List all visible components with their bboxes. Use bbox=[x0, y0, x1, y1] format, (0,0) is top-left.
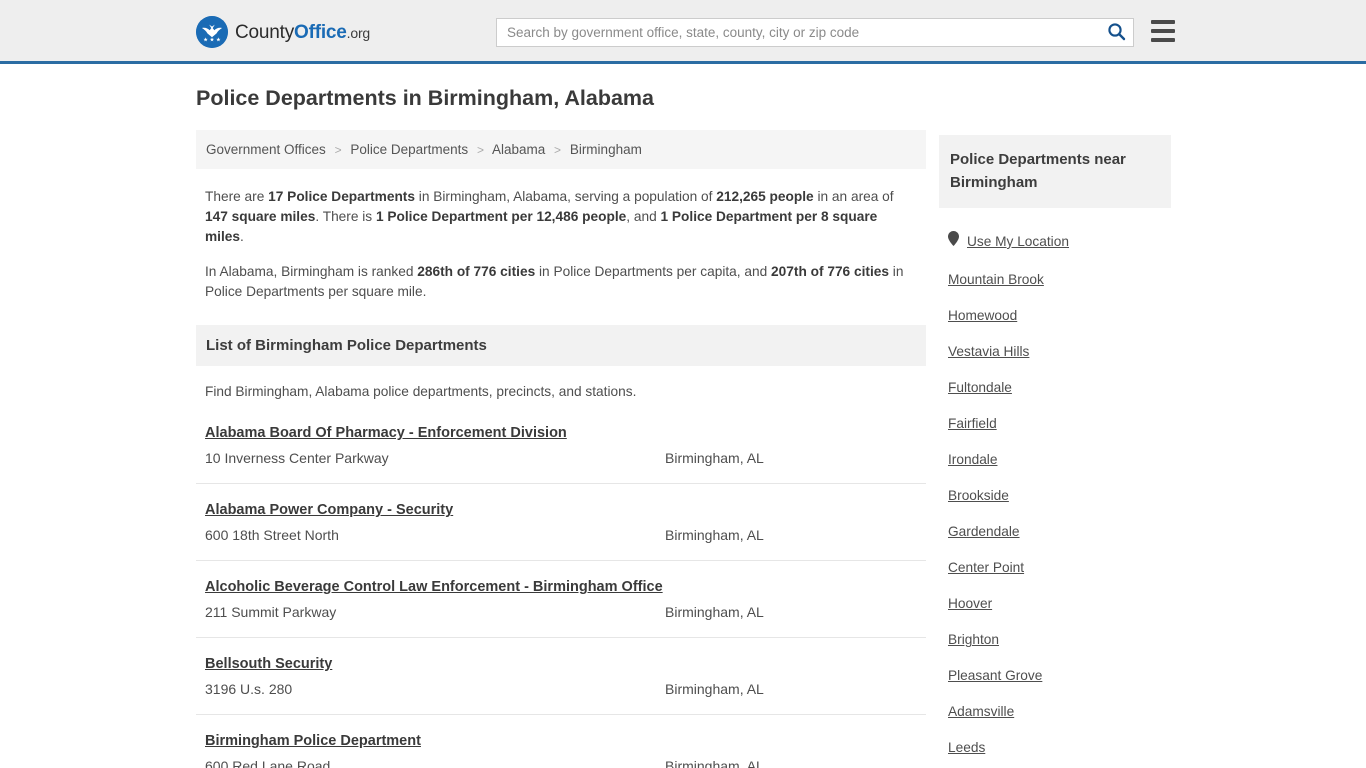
page-title: Police Departments in Birmingham, Alabam… bbox=[196, 86, 654, 110]
department-city: Birmingham, AL bbox=[665, 681, 764, 698]
hamburger-bar bbox=[1151, 29, 1175, 33]
department-address: 211 Summit Parkway bbox=[205, 604, 337, 621]
sidebar: Police Departments near Birmingham Use M… bbox=[939, 123, 1171, 768]
sidebar-item-gardendale[interactable]: Gardendale bbox=[948, 524, 1020, 539]
site-logo-wordmark: CountyOffice.org bbox=[235, 23, 370, 42]
intro-text: , and bbox=[626, 209, 661, 225]
intro-paragraph-ranking: In Alabama, Birmingham is ranked 286th o… bbox=[205, 262, 919, 302]
main-content-column: Police Departments in Birmingham, Alabam… bbox=[196, 86, 926, 768]
map-pin-icon bbox=[948, 231, 959, 251]
logo-text-org: .org bbox=[346, 24, 371, 41]
intro-text: There are bbox=[205, 189, 269, 205]
use-my-location-label: Use My Location bbox=[967, 233, 1069, 249]
breadcrumb-separator: > bbox=[334, 142, 342, 157]
stat-department-count: 17 Police Departments bbox=[268, 189, 415, 205]
list-item-details: 211 Summit Parkway Birmingham, AL bbox=[196, 601, 926, 623]
stat-area: 147 square miles bbox=[205, 209, 316, 225]
hamburger-menu-icon[interactable] bbox=[1151, 20, 1175, 42]
stat-population: 212,265 people bbox=[716, 189, 814, 205]
stat-rank-per-square-mile: 207th of 776 cities bbox=[771, 264, 889, 280]
breadcrumb-item-police-departments[interactable]: Police Departments bbox=[350, 142, 468, 157]
sidebar-heading: Police Departments near Birmingham bbox=[939, 135, 1171, 209]
search-icon bbox=[1107, 22, 1126, 44]
intro-text: in an area of bbox=[813, 189, 894, 205]
intro-text: In Alabama, Birmingham is ranked bbox=[205, 264, 418, 280]
list-item: Alcoholic Beverage Control Law Enforceme… bbox=[196, 575, 926, 639]
intro-text: . There is bbox=[315, 209, 376, 225]
breadcrumb-separator: > bbox=[476, 142, 484, 157]
department-address: 10 Inverness Center Parkway bbox=[205, 450, 389, 467]
site-header: CountyOffice.org bbox=[0, 0, 1366, 64]
list-section-subheading: Find Birmingham, Alabama police departme… bbox=[205, 384, 637, 400]
hamburger-bar bbox=[1151, 38, 1175, 42]
sidebar-item-vestavia-hills[interactable]: Vestavia Hills bbox=[948, 344, 1029, 359]
department-name-link[interactable]: Alabama Board Of Pharmacy - Enforcement … bbox=[205, 421, 675, 445]
search-button[interactable] bbox=[1099, 19, 1133, 46]
sidebar-item-homewood[interactable]: Homewood bbox=[948, 308, 1017, 323]
eagle-shield-logo-icon bbox=[196, 16, 228, 48]
sidebar-item-leeds[interactable]: Leeds bbox=[948, 740, 985, 755]
breadcrumb-item-birmingham[interactable]: Birmingham bbox=[570, 142, 642, 157]
department-name-link[interactable]: Alcoholic Beverage Control Law Enforceme… bbox=[205, 575, 675, 599]
list-item: Alabama Board Of Pharmacy - Enforcement … bbox=[196, 421, 926, 485]
breadcrumb: Government Offices > Police Departments … bbox=[196, 129, 926, 170]
list-item-details: 600 18th Street North Birmingham, AL bbox=[196, 524, 926, 546]
department-name-link[interactable]: Alabama Power Company - Security bbox=[205, 498, 675, 522]
department-address: 3196 U.s. 280 bbox=[205, 681, 293, 698]
intro-text: in Police Departments per capita, and bbox=[535, 264, 772, 280]
sidebar-item-adamsville[interactable]: Adamsville bbox=[948, 704, 1014, 719]
breadcrumb-separator: > bbox=[554, 142, 562, 157]
breadcrumb-item-government-offices[interactable]: Government Offices bbox=[206, 142, 326, 157]
logo-text-office: Office bbox=[294, 21, 347, 43]
department-city: Birmingham, AL bbox=[665, 450, 764, 467]
list-section-heading: List of Birmingham Police Departments bbox=[196, 325, 926, 367]
use-my-location-button[interactable]: Use My Location bbox=[948, 231, 1171, 251]
sidebar-nearby-city-list: Use My Location Mountain Brook Homewood … bbox=[939, 231, 1171, 768]
stat-rank-per-capita: 286th of 776 cities bbox=[417, 264, 536, 280]
search-input[interactable] bbox=[497, 19, 1099, 46]
hamburger-bar bbox=[1151, 20, 1175, 24]
logo-text-county: County bbox=[235, 21, 295, 43]
department-address: 600 18th Street North bbox=[205, 527, 339, 544]
department-address: 600 Red Lane Road bbox=[205, 758, 331, 768]
list-item-details: 10 Inverness Center Parkway Birmingham, … bbox=[196, 447, 926, 469]
sidebar-item-mountain-brook[interactable]: Mountain Brook bbox=[948, 272, 1044, 287]
breadcrumb-item-alabama[interactable]: Alabama bbox=[492, 142, 545, 157]
department-name-link[interactable]: Birmingham Police Department bbox=[205, 729, 675, 753]
sidebar-item-brookside[interactable]: Brookside bbox=[948, 488, 1009, 503]
intro-text: in Birmingham, Alabama, serving a popula… bbox=[414, 189, 717, 205]
sidebar-item-brighton[interactable]: Brighton bbox=[948, 632, 999, 647]
sidebar-item-fultondale[interactable]: Fultondale bbox=[948, 380, 1012, 395]
site-logo-link[interactable]: CountyOffice.org bbox=[196, 16, 370, 48]
department-city: Birmingham, AL bbox=[665, 604, 764, 621]
sidebar-item-center-point[interactable]: Center Point bbox=[948, 560, 1024, 575]
department-city: Birmingham, AL bbox=[665, 758, 764, 768]
stat-per-people: 1 Police Department per 12,486 people bbox=[375, 209, 627, 225]
sidebar-item-irondale[interactable]: Irondale bbox=[948, 452, 997, 467]
sidebar-item-fairfield[interactable]: Fairfield bbox=[948, 416, 997, 431]
intro-paragraph-statistics: There are 17 Police Departments in Birmi… bbox=[205, 187, 919, 247]
sidebar-item-pleasant-grove[interactable]: Pleasant Grove bbox=[948, 668, 1042, 683]
sidebar-item-hoover[interactable]: Hoover bbox=[948, 596, 992, 611]
intro-text: . bbox=[240, 229, 244, 245]
list-item: Alabama Power Company - Security 600 18t… bbox=[196, 498, 926, 562]
list-item-details: 3196 U.s. 280 Birmingham, AL bbox=[196, 678, 926, 700]
search-bar[interactable] bbox=[496, 18, 1134, 47]
list-item: Bellsouth Security 3196 U.s. 280 Birming… bbox=[196, 652, 926, 716]
list-item: Birmingham Police Department 600 Red Lan… bbox=[196, 729, 926, 768]
police-department-list: Alabama Board Of Pharmacy - Enforcement … bbox=[196, 421, 926, 768]
department-city: Birmingham, AL bbox=[665, 527, 764, 544]
department-name-link[interactable]: Bellsouth Security bbox=[205, 652, 675, 676]
list-item-details: 600 Red Lane Road Birmingham, AL bbox=[196, 755, 926, 768]
